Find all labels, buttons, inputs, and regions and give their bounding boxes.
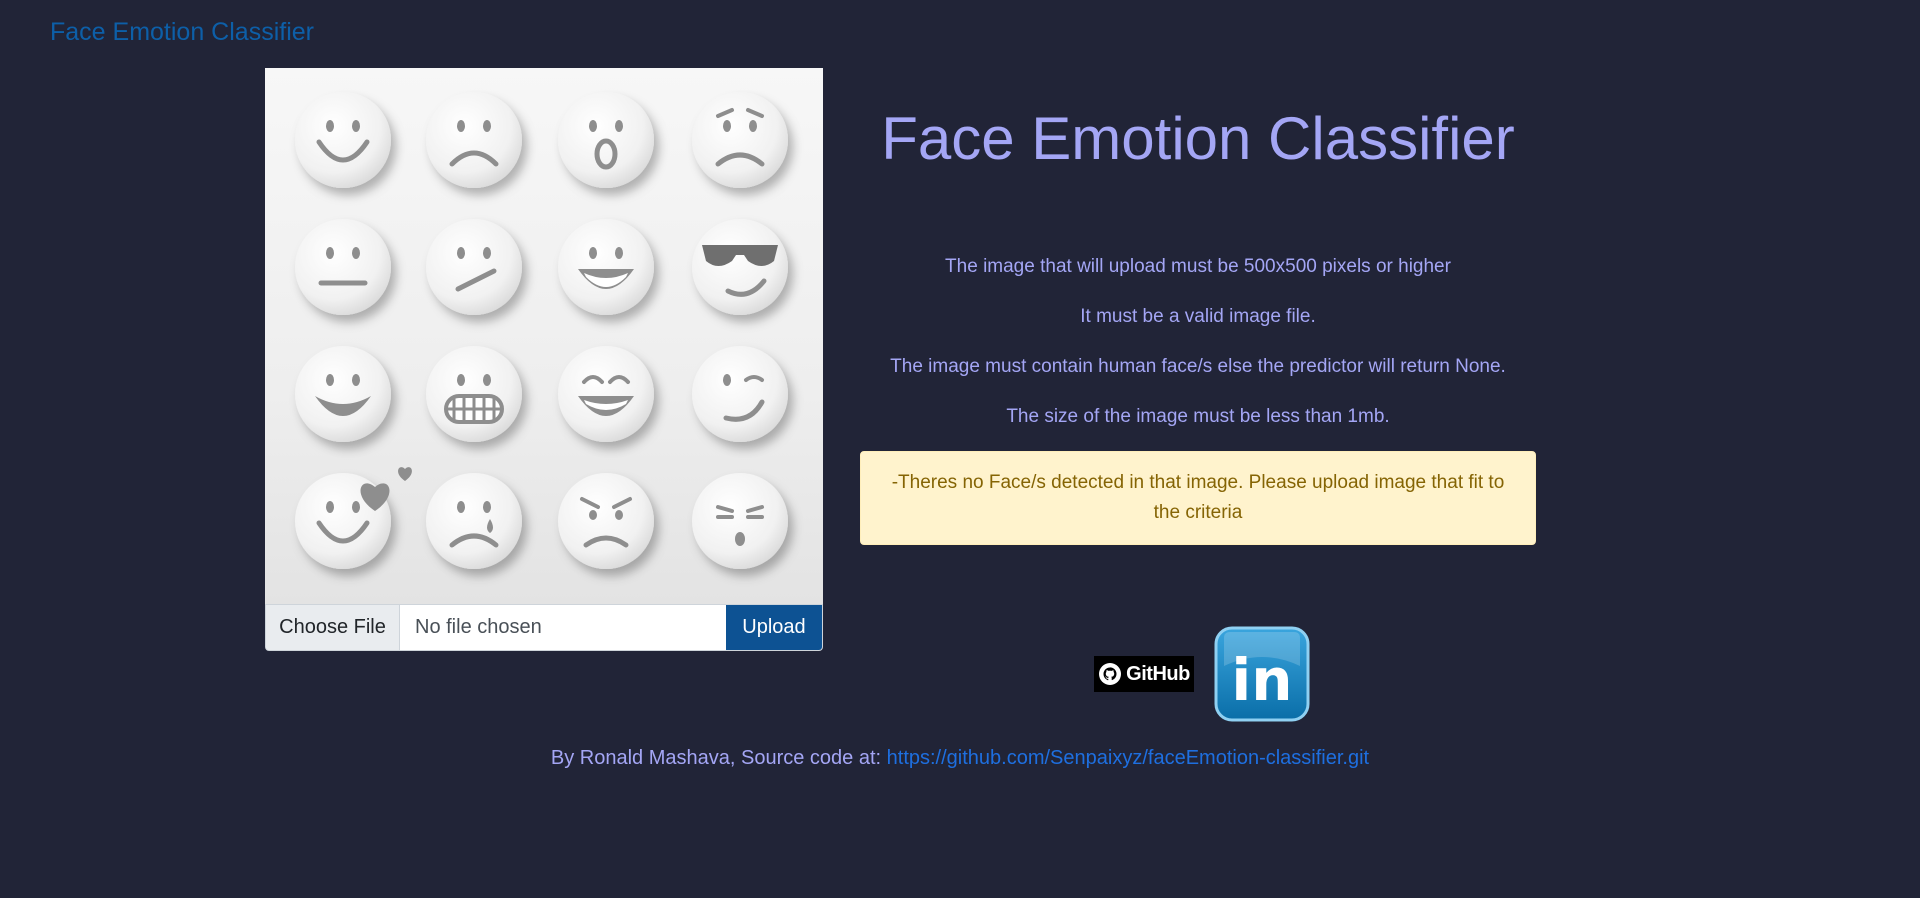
rule-text: The image that will upload must be 500x5… bbox=[945, 256, 1451, 277]
rule-text: It must be a valid image file. bbox=[1080, 306, 1316, 327]
emoji-face-icon bbox=[692, 473, 788, 569]
emoji-face-icon bbox=[426, 92, 522, 188]
github-icon bbox=[1099, 663, 1122, 685]
linkedin-icon[interactable]: in bbox=[1214, 626, 1310, 722]
emoji-face-icon bbox=[692, 92, 788, 188]
emoji-face-icon bbox=[558, 219, 654, 315]
navbar-brand[interactable]: Face Emotion Classifier bbox=[50, 18, 314, 47]
emoji-face-icon bbox=[558, 346, 654, 442]
emoji-face-icon bbox=[426, 346, 522, 442]
emoji-grid-image bbox=[265, 68, 823, 604]
emoji-face-icon bbox=[426, 473, 522, 569]
emoji-face-icon bbox=[558, 92, 654, 188]
upload-button[interactable]: Upload bbox=[726, 605, 822, 650]
source-code-link[interactable]: https://github.com/Senpaixyz/faceEmotion… bbox=[887, 747, 1369, 769]
github-label: GitHub bbox=[1126, 662, 1190, 685]
rule-text: The size of the image must be less than … bbox=[1006, 406, 1390, 427]
emoji-face-icon bbox=[558, 473, 654, 569]
github-link[interactable]: GitHub bbox=[1094, 656, 1194, 692]
emoji-face-icon bbox=[295, 92, 391, 188]
rule-text: The image must contain human face/s else… bbox=[890, 356, 1506, 377]
emoji-face-icon bbox=[426, 219, 522, 315]
choose-file-button[interactable]: Choose File bbox=[266, 605, 400, 650]
info-panel: Face Emotion Classifier The image that w… bbox=[860, 68, 1536, 545]
emoji-grid-svg bbox=[295, 92, 788, 569]
footer-credit: By Ronald Mashava, Source code at: bbox=[550, 747, 887, 769]
emoji-face-icon bbox=[692, 346, 788, 442]
footer: By Ronald Mashava, Source code at: https… bbox=[0, 747, 1920, 770]
social-links: GitHub in bbox=[1094, 626, 1310, 722]
emoji-face-icon bbox=[295, 219, 391, 315]
page-title: Face Emotion Classifier bbox=[881, 105, 1515, 172]
emoji-face-icon bbox=[295, 467, 412, 569]
emoji-face-icon bbox=[692, 219, 788, 315]
warning-alert: -Theres no Face/s detected in that image… bbox=[860, 451, 1536, 545]
file-name-display[interactable]: No file chosen bbox=[400, 605, 726, 650]
upload-panel: Choose File No file chosen Upload bbox=[265, 68, 823, 651]
file-input-group: Choose File No file chosen Upload bbox=[265, 604, 823, 651]
heart-icon bbox=[398, 467, 412, 481]
emoji-face-icon bbox=[295, 346, 391, 442]
linkedin-label: in bbox=[1231, 646, 1292, 714]
